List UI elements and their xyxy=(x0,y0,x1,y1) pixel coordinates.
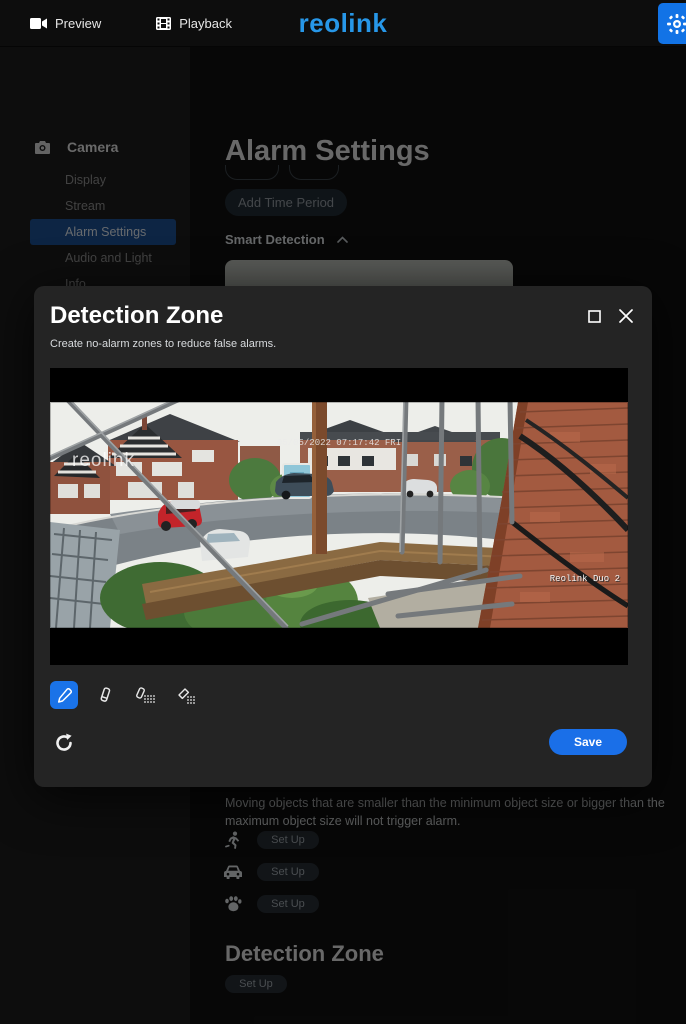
clear-all-tool-button[interactable] xyxy=(173,681,201,709)
camera-stream-canvas[interactable]: reolink 05/05/2022 07:17:42 FRI Reolink … xyxy=(50,368,628,665)
settings-gear-button[interactable] xyxy=(658,3,686,44)
fill-all-icon xyxy=(136,686,155,703)
refresh-button[interactable] xyxy=(52,732,76,756)
video-camera-icon xyxy=(30,17,47,29)
close-icon xyxy=(619,309,633,323)
tab-playback[interactable]: Playback xyxy=(156,16,232,31)
refresh-icon xyxy=(56,733,72,751)
save-button[interactable]: Save xyxy=(549,729,627,755)
clear-all-icon xyxy=(178,687,195,704)
tab-preview-label: Preview xyxy=(55,15,102,31)
top-navigation-bar: Preview Playback reolink xyxy=(0,0,686,47)
page: Preview Playback reolink Detection Zone … xyxy=(0,0,686,1024)
reolink-logo: reolink xyxy=(298,8,388,38)
osd-camera-name: Reolink Duo 2 xyxy=(549,574,620,584)
eraser-icon xyxy=(100,687,111,702)
camera-snapshot: reolink 05/05/2022 07:17:42 FRI Reolink … xyxy=(50,395,628,648)
eraser-tool-button[interactable] xyxy=(91,681,119,709)
zone-tools-toolbar xyxy=(50,681,201,709)
pencil-icon xyxy=(57,687,72,703)
modal-footer: Save xyxy=(34,726,652,770)
modal-subtitle: Create no-alarm zones to reduce false al… xyxy=(50,338,277,350)
gear-icon xyxy=(667,13,686,34)
film-icon xyxy=(156,16,172,30)
maximize-button[interactable] xyxy=(586,308,602,324)
pencil-tool-button[interactable] xyxy=(50,681,78,709)
detection-zone-modal: Detection Zone Create no-alarm zones to … xyxy=(34,286,652,787)
tab-preview[interactable]: Preview xyxy=(30,16,101,31)
close-button[interactable] xyxy=(618,308,634,324)
osd-watermark: reolink xyxy=(72,450,135,471)
osd-timestamp: 05/05/2022 07:17:42 FRI xyxy=(276,438,402,448)
maximize-icon xyxy=(587,309,601,323)
fill-all-tool-button[interactable] xyxy=(132,681,160,709)
modal-title: Detection Zone xyxy=(50,302,224,329)
tab-playback-label: Playback xyxy=(179,15,232,31)
